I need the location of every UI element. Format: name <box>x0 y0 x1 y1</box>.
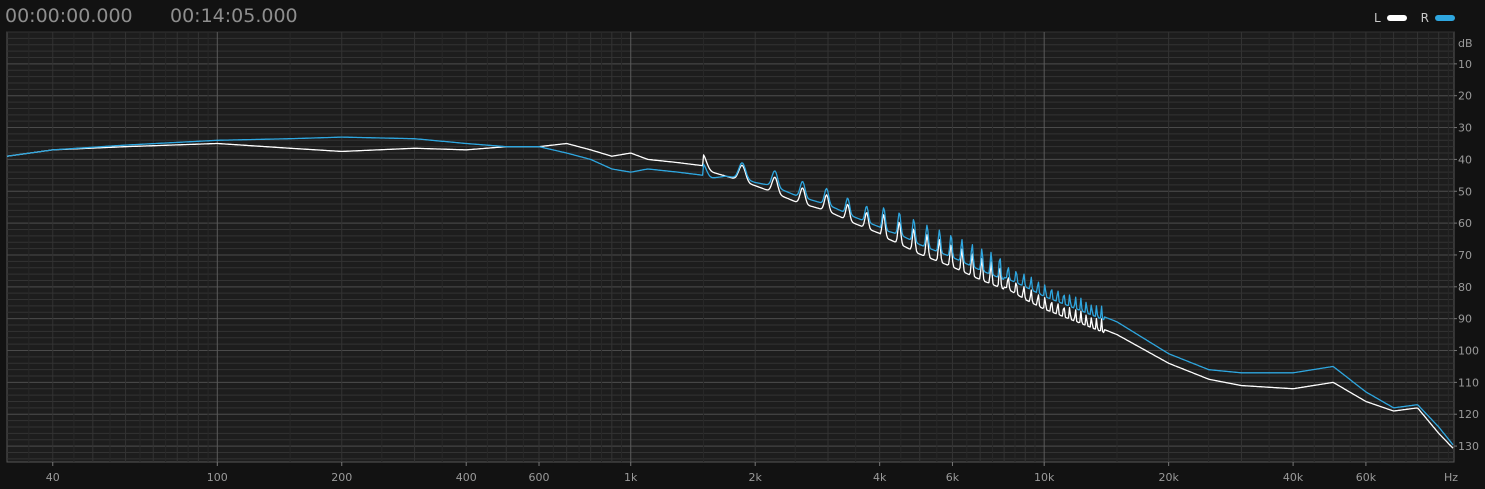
x-tick-label: 200 <box>331 471 352 484</box>
x-tick-label: 60k <box>1356 471 1377 484</box>
y-axis: dB 10 20 30 40 50 60 70 80 90 100 110 120 130 <box>1454 37 1479 453</box>
plot-background <box>6 31 1455 463</box>
plot-area <box>6 31 1455 463</box>
y-tick-label: 120 <box>1458 408 1479 421</box>
spectrum-chart[interactable]: 40 100 200 400 600 1k 2k 4k 6k 10k 20k 40k 60k Hz dB 1… <box>0 0 1485 489</box>
y-tick-label: 60 <box>1458 217 1472 230</box>
x-tick-label: 40k <box>1283 471 1304 484</box>
x-tick-label: 6k <box>946 471 960 484</box>
x-axis: 40 100 200 400 600 1k 2k 4k 6k 10k 20k 40k 60k Hz <box>46 462 1458 484</box>
y-tick-label: 80 <box>1458 281 1472 294</box>
y-tick-label: 130 <box>1458 440 1479 453</box>
x-tick-label: 2k <box>749 471 763 484</box>
y-tick-label: 20 <box>1458 90 1472 103</box>
y-tick-label: 100 <box>1458 345 1479 358</box>
y-tick-label: 40 <box>1458 153 1472 166</box>
y-tick-label: 50 <box>1458 185 1472 198</box>
x-tick-label: 20k <box>1158 471 1179 484</box>
x-tick-label: 10k <box>1034 471 1055 484</box>
x-tick-label: 600 <box>529 471 550 484</box>
y-unit-label: dB <box>1458 37 1473 50</box>
x-tick-label: 40 <box>46 471 60 484</box>
x-tick-label: 100 <box>207 471 228 484</box>
y-tick-label: 110 <box>1458 376 1479 389</box>
x-tick-label: 4k <box>873 471 887 484</box>
x-tick-label: 1k <box>624 471 638 484</box>
x-tick-label: 400 <box>456 471 477 484</box>
y-tick-label: 10 <box>1458 58 1472 71</box>
y-tick-label: 30 <box>1458 122 1472 135</box>
y-tick-label: 90 <box>1458 313 1472 326</box>
x-unit-label: Hz <box>1444 471 1458 484</box>
y-tick-label: 70 <box>1458 249 1472 262</box>
